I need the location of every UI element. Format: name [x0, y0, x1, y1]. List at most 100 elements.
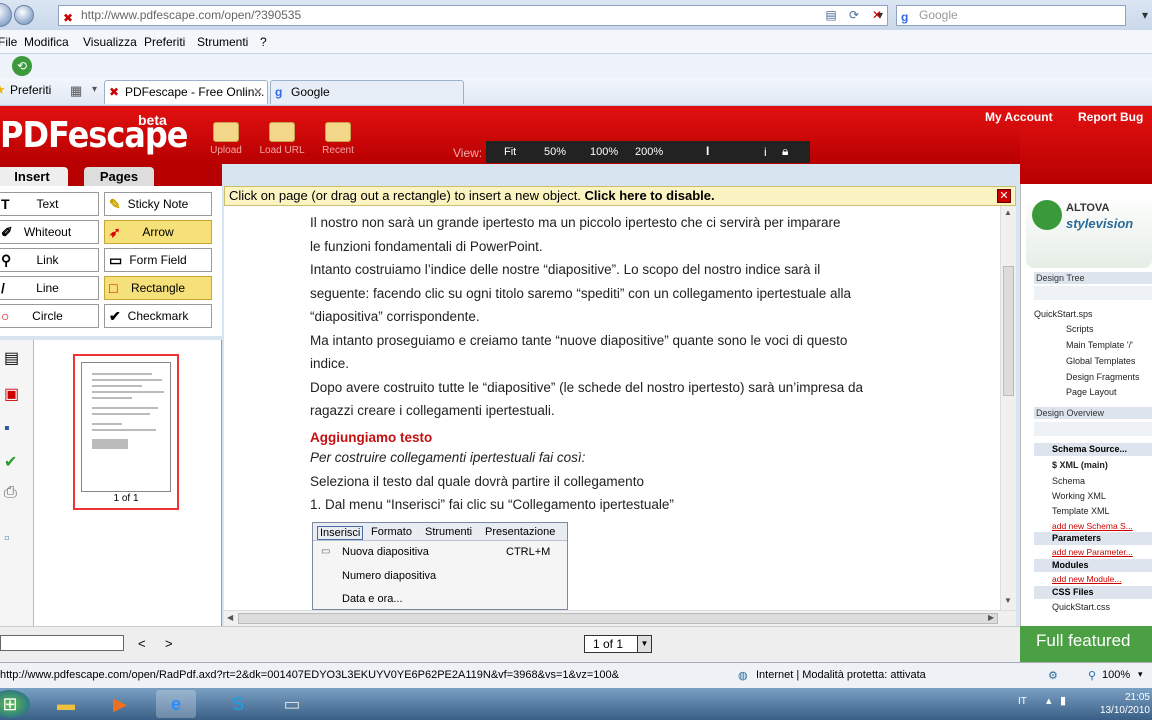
zoom-dropdown-icon[interactable]: ▾: [1138, 669, 1143, 680]
language-indicator[interactable]: IT: [1018, 696, 1027, 707]
full-featured-text: Full featured: [1036, 631, 1131, 650]
next-result-button[interactable]: >: [165, 636, 173, 651]
scroll-up-icon[interactable]: ▲: [1004, 208, 1012, 217]
vertical-scrollbar[interactable]: ▲ ▼: [1000, 206, 1016, 610]
clock[interactable]: 21:05 13/10/2010: [1080, 691, 1150, 717]
zoom-200[interactable]: 200%: [635, 146, 663, 158]
save-check-icon[interactable]: ✔: [4, 452, 17, 472]
start-button[interactable]: ⊞: [0, 690, 30, 718]
add-schema-link[interactable]: add new Schema S...: [1052, 521, 1133, 531]
close-notice-icon[interactable]: ✕: [997, 189, 1011, 203]
status-zoom[interactable]: 100%: [1102, 669, 1130, 681]
load-url-button[interactable]: Load URL: [256, 122, 308, 156]
doc-line: “diapositiva” corrispondente.: [310, 309, 480, 324]
tab-google[interactable]: g Google: [270, 80, 464, 104]
text-cursor-icon[interactable]: I: [706, 144, 709, 158]
search-input[interactable]: g Google: [896, 5, 1126, 26]
scroll-right-icon[interactable]: ▶: [988, 613, 994, 622]
recent-label: Recent: [322, 145, 354, 156]
menu-visualizza[interactable]: Visualizza: [83, 35, 137, 49]
lock-icon[interactable]: 🔒︎: [782, 144, 788, 159]
favorites-label[interactable]: Preferiti: [10, 83, 51, 97]
menu-preferiti[interactable]: Preferiti: [144, 35, 185, 49]
pages-icon[interactable]: ▤: [4, 348, 19, 368]
chevron-down-icon[interactable]: ▼: [637, 636, 651, 652]
new-slide-icon: ▭: [321, 546, 331, 557]
scroll-left-icon[interactable]: ◀: [227, 613, 233, 622]
rectangle-button[interactable]: □ Rectangle: [104, 276, 212, 300]
quick-tabs-icon[interactable]: ▦: [70, 83, 82, 99]
tree-item: Scripts: [1066, 324, 1094, 334]
horizontal-scrollbar[interactable]: ◀ ▶: [224, 610, 1016, 626]
tray-arrow-icon[interactable]: ▴: [1046, 694, 1052, 707]
menu-modifica[interactable]: Modifica: [24, 35, 69, 49]
thumbnail-label: 1 of 1: [113, 493, 139, 504]
arrow-button[interactable]: ➶ Arrow: [104, 220, 212, 244]
add-parameter-link[interactable]: add new Parameter...: [1052, 547, 1133, 557]
add-module-link[interactable]: add new Module...: [1052, 574, 1121, 584]
explorer-icon[interactable]: ▬: [46, 690, 86, 718]
altova-banner[interactable]: ALTOVA stylevision: [1026, 192, 1152, 268]
sync-icon[interactable]: ⟲: [12, 56, 32, 76]
circle-button[interactable]: ○ Circle: [0, 304, 99, 328]
menu-help[interactable]: ?: [260, 35, 267, 49]
zoom-50[interactable]: 50%: [544, 146, 566, 158]
url-field[interactable]: ✖ http://www.pdfescape.com/open/?390535 …: [58, 5, 888, 26]
save-icon[interactable]: ▪: [4, 420, 10, 438]
internet-explorer-icon[interactable]: e: [156, 690, 196, 718]
rectangle-label: Rectangle: [130, 281, 186, 295]
link-label: Link: [36, 253, 59, 267]
forward-button[interactable]: [14, 5, 34, 25]
page-icon[interactable]: ▫: [4, 530, 10, 548]
menu-file[interactable]: File: [0, 35, 17, 49]
print-icon[interactable]: ⎙: [4, 484, 17, 502]
full-featured-banner[interactable]: Full featured: [1020, 626, 1152, 662]
menu-strumenti[interactable]: Strumenti: [197, 35, 248, 49]
css-item: QuickStart.css: [1052, 602, 1111, 612]
doc-line: Ma intanto proseguiamo e creiamo tante “…: [310, 333, 848, 348]
folder-icon[interactable]: ▭: [272, 690, 312, 718]
prev-result-button[interactable]: <: [138, 636, 146, 651]
scroll-thumb[interactable]: [1003, 266, 1014, 396]
tab-pages[interactable]: Pages: [84, 167, 154, 186]
hscroll-thumb[interactable]: [238, 613, 998, 624]
skype-icon[interactable]: S: [218, 690, 258, 718]
page-select[interactable]: 1 of 1 ▼: [584, 635, 652, 653]
tab-list-icon[interactable]: ▾: [92, 84, 97, 95]
network-icon[interactable]: ▮: [1060, 694, 1066, 707]
form-field-button[interactable]: ▭ Form Field: [104, 248, 212, 272]
zoom-fit[interactable]: Fit: [504, 146, 516, 158]
disable-notice-link[interactable]: Click here to disable.: [585, 188, 715, 203]
security-icon[interactable]: ⚙: [1048, 669, 1058, 682]
load-url-icon: [269, 122, 295, 142]
refresh-icon[interactable]: ⟳: [845, 6, 863, 24]
tab-pdfescape[interactable]: ✖ PDFescape - Free Onlin... ✕: [104, 80, 268, 104]
report-bug-link[interactable]: Report Bug: [1078, 110, 1143, 124]
compat-view-icon[interactable]: ▤: [822, 6, 840, 24]
search-dropdown-icon[interactable]: ▾: [1136, 6, 1152, 24]
zoom-100[interactable]: 100%: [590, 146, 618, 158]
pdf-icon[interactable]: ▣: [4, 384, 19, 404]
tab-pdfescape-label: PDFescape - Free Onlin...: [125, 85, 265, 99]
info-icon[interactable]: i: [764, 145, 767, 159]
whiteout-button[interactable]: ✐ Whiteout: [0, 220, 99, 244]
find-input[interactable]: [0, 635, 124, 651]
close-tab-icon[interactable]: ✕: [253, 81, 263, 103]
schema-item: Template XML: [1052, 506, 1110, 516]
scroll-down-icon[interactable]: ▼: [1004, 596, 1012, 605]
text-tool-button[interactable]: T Text: [0, 192, 99, 216]
tab-insert[interactable]: Insert: [0, 167, 68, 186]
back-button[interactable]: [0, 3, 12, 27]
checkmark-button[interactable]: ✔ Checkmark: [104, 304, 212, 328]
sticky-note-button[interactable]: ✎ Sticky Note: [104, 192, 212, 216]
media-player-icon[interactable]: ▶: [100, 690, 140, 718]
link-button[interactable]: ⚲ Link: [0, 248, 99, 272]
stop-icon[interactable]: ✕: [868, 6, 886, 24]
address-row: ✖ http://www.pdfescape.com/open/?390535 …: [0, 0, 1152, 30]
recent-button[interactable]: Recent: [318, 122, 358, 156]
my-account-link[interactable]: My Account: [985, 110, 1053, 124]
clock-date: 13/10/2010: [1099, 705, 1150, 716]
line-button[interactable]: / Line: [0, 276, 99, 300]
page-thumbnail[interactable]: [73, 354, 179, 510]
upload-button[interactable]: Upload: [206, 122, 246, 156]
